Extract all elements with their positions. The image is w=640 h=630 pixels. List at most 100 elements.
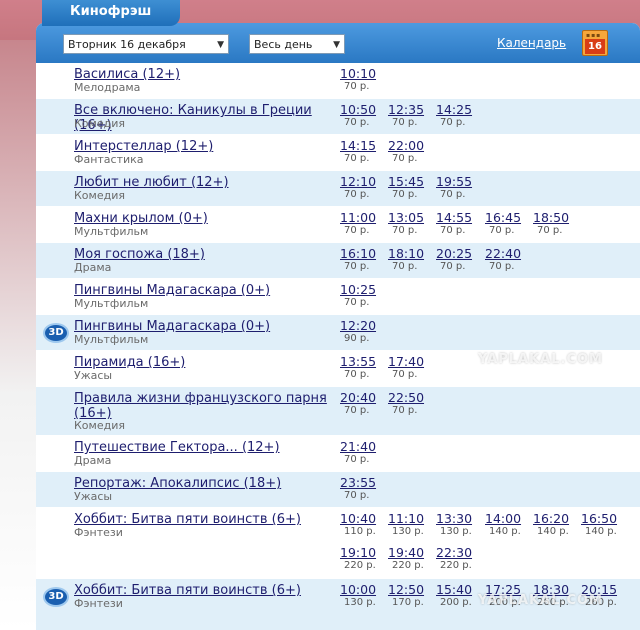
session-price: 70 р.	[344, 117, 370, 128]
session-slot[interactable]: 10:10 70 р.	[340, 67, 382, 93]
session-slot[interactable]: 12:10 70 р.	[340, 175, 382, 201]
session-time-link[interactable]: 13:30	[436, 512, 478, 526]
movie-title[interactable]: Репортаж: Апокалипсис (18+)	[74, 476, 339, 491]
session-slot[interactable]: 20:25 70 р.	[436, 247, 478, 273]
session-time-link[interactable]: 19:10	[340, 546, 382, 560]
session-slot[interactable]: 11:00 70 р.	[340, 211, 382, 237]
session-time-link[interactable]: 11:00	[340, 211, 382, 225]
session-time-link[interactable]: 22:40	[485, 247, 527, 261]
session-time-link[interactable]: 12:50	[388, 583, 430, 597]
session-time-link[interactable]: 14:15	[340, 139, 382, 153]
session-time-link[interactable]: 16:50	[581, 512, 623, 526]
session-slot[interactable]: 18:10 70 р.	[388, 247, 430, 273]
session-slot[interactable]: 15:40 200 р.	[436, 583, 478, 609]
session-price: 220 р.	[440, 560, 472, 571]
session-slot[interactable]: 13:05 70 р.	[388, 211, 430, 237]
movie-title[interactable]: Пингвины Мадагаскара (0+)	[74, 283, 339, 298]
session-slot[interactable]: 10:00 130 р.	[340, 583, 382, 609]
session-time-link[interactable]: 20:40	[340, 391, 382, 405]
session-time-link[interactable]: 10:50	[340, 103, 382, 117]
session-slot[interactable]: 22:40 70 р.	[485, 247, 527, 273]
movie-title[interactable]: Хоббит: Битва пяти воинств (6+)	[74, 583, 339, 598]
session-slot[interactable]: 18:50 70 р.	[533, 211, 575, 237]
session-time-link[interactable]: 16:10	[340, 247, 382, 261]
session-time-link[interactable]: 16:20	[533, 512, 575, 526]
session-time-link[interactable]: 10:25	[340, 283, 382, 297]
session-slot[interactable]: 17:40 70 р.	[388, 355, 430, 381]
session-slot[interactable]: 16:45 70 р.	[485, 211, 527, 237]
session-slot[interactable]: 12:20 90 р.	[340, 319, 382, 345]
session-time-link[interactable]: 22:30	[436, 546, 478, 560]
movie-title[interactable]: Любит не любит (12+)	[74, 175, 339, 190]
session-time-link[interactable]: 12:35	[388, 103, 430, 117]
session-slot[interactable]: 10:50 70 р.	[340, 103, 382, 129]
session-slot[interactable]: 19:55 70 р.	[436, 175, 478, 201]
session-slot[interactable]: 15:45 70 р.	[388, 175, 430, 201]
session-slot[interactable]: 10:40 110 р.	[340, 512, 382, 538]
movie-title[interactable]: Хоббит: Битва пяти воинств (6+)	[74, 512, 339, 527]
session-slot[interactable]: 20:40 70 р.	[340, 391, 382, 417]
movie-title[interactable]: Путешествие Гектора... (12+)	[74, 440, 339, 455]
session-time-link[interactable]: 15:45	[388, 175, 430, 189]
session-slot[interactable]: 22:50 70 р.	[388, 391, 430, 417]
movie-title[interactable]: Василиса (12+)	[74, 67, 339, 82]
session-time-link[interactable]: 15:40	[436, 583, 478, 597]
movie-title[interactable]: Интерстеллар (12+)	[74, 139, 339, 154]
session-time-link[interactable]: 10:00	[340, 583, 382, 597]
session-slot[interactable]: 16:50 140 р.	[581, 512, 623, 538]
session-time-link[interactable]: 18:10	[388, 247, 430, 261]
date-select[interactable]: Вторник 16 декабря ▼	[63, 34, 229, 54]
session-slot[interactable]: 10:25 70 р.	[340, 283, 382, 309]
session-slot[interactable]: 11:10 130 р.	[388, 512, 430, 538]
session-slot[interactable]: 14:25 70 р.	[436, 103, 478, 129]
session-slot[interactable]: 14:15 70 р.	[340, 139, 382, 165]
session-slot[interactable]: 12:50 170 р.	[388, 583, 430, 609]
session-time-link[interactable]: 16:45	[485, 211, 527, 225]
session-time-link[interactable]: 18:50	[533, 211, 575, 225]
session-time-link[interactable]: 23:55	[340, 476, 382, 490]
session-time-link[interactable]: 17:40	[388, 355, 430, 369]
session-slot[interactable]: 13:55 70 р.	[340, 355, 382, 381]
session-time-link[interactable]: 11:10	[388, 512, 430, 526]
session-slot[interactable]: 22:00 70 р.	[388, 139, 430, 165]
session-slot[interactable]: 23:55 70 р.	[340, 476, 382, 502]
session-slot[interactable]: 21:40 70 р.	[340, 440, 382, 466]
session-time-link[interactable]: 14:00	[485, 512, 527, 526]
movie-title[interactable]: Правила жизни французского парня (16+)	[74, 391, 339, 421]
movie-title[interactable]: Махни крылом (0+)	[74, 211, 339, 226]
movie-title[interactable]: Пингвины Мадагаскара (0+)	[74, 319, 339, 334]
session-slot[interactable]: 14:00 140 р.	[485, 512, 527, 538]
session-time-link[interactable]: 21:40	[340, 440, 382, 454]
session-time-link[interactable]: 19:55	[436, 175, 478, 189]
session-time-link[interactable]: 14:55	[436, 211, 478, 225]
movie-row: Интерстеллар (12+) Фантастика 14:15 70 р. 22…	[36, 135, 640, 171]
session-time-link[interactable]: 22:00	[388, 139, 430, 153]
time-range-select[interactable]: Весь день ▼	[249, 34, 345, 54]
session-time-link[interactable]: 12:10	[340, 175, 382, 189]
session-time-link[interactable]: 10:10	[340, 67, 382, 81]
session-time-link[interactable]: 12:20	[340, 319, 382, 333]
session-slot[interactable]: 16:20 140 р.	[533, 512, 575, 538]
calendar-icon[interactable]: ▪▪▪ 16	[582, 30, 608, 56]
movie-title[interactable]: Пирамида (16+)	[74, 355, 339, 370]
session-price: 130 р.	[440, 526, 472, 537]
session-time-link[interactable]: 20:25	[436, 247, 478, 261]
session-time-link[interactable]: 10:40	[340, 512, 382, 526]
movie-title[interactable]: Моя госпожа (18+)	[74, 247, 339, 262]
calendar-link[interactable]: Календарь	[497, 36, 566, 50]
session-slot[interactable]: 16:10 70 р.	[340, 247, 382, 273]
session-time-link[interactable]: 19:40	[388, 546, 430, 560]
session-slot[interactable]: 19:40 220 р.	[388, 546, 430, 572]
session-time-link[interactable]: 22:50	[388, 391, 430, 405]
session-slot[interactable]: 12:35 70 р.	[388, 103, 430, 129]
movie-genre: Драма	[74, 261, 112, 274]
session-slot[interactable]: 19:10 220 р.	[340, 546, 382, 572]
session-price: 70 р.	[392, 405, 418, 416]
session-time-link[interactable]: 13:55	[340, 355, 382, 369]
session-slot[interactable]: 22:30 220 р.	[436, 546, 478, 572]
session-slot[interactable]: 14:55 70 р.	[436, 211, 478, 237]
session-time-link[interactable]: 13:05	[388, 211, 430, 225]
session-slot[interactable]: 13:30 130 р.	[436, 512, 478, 538]
cinema-tab[interactable]: Кинофрэш	[42, 0, 180, 26]
session-time-link[interactable]: 14:25	[436, 103, 478, 117]
